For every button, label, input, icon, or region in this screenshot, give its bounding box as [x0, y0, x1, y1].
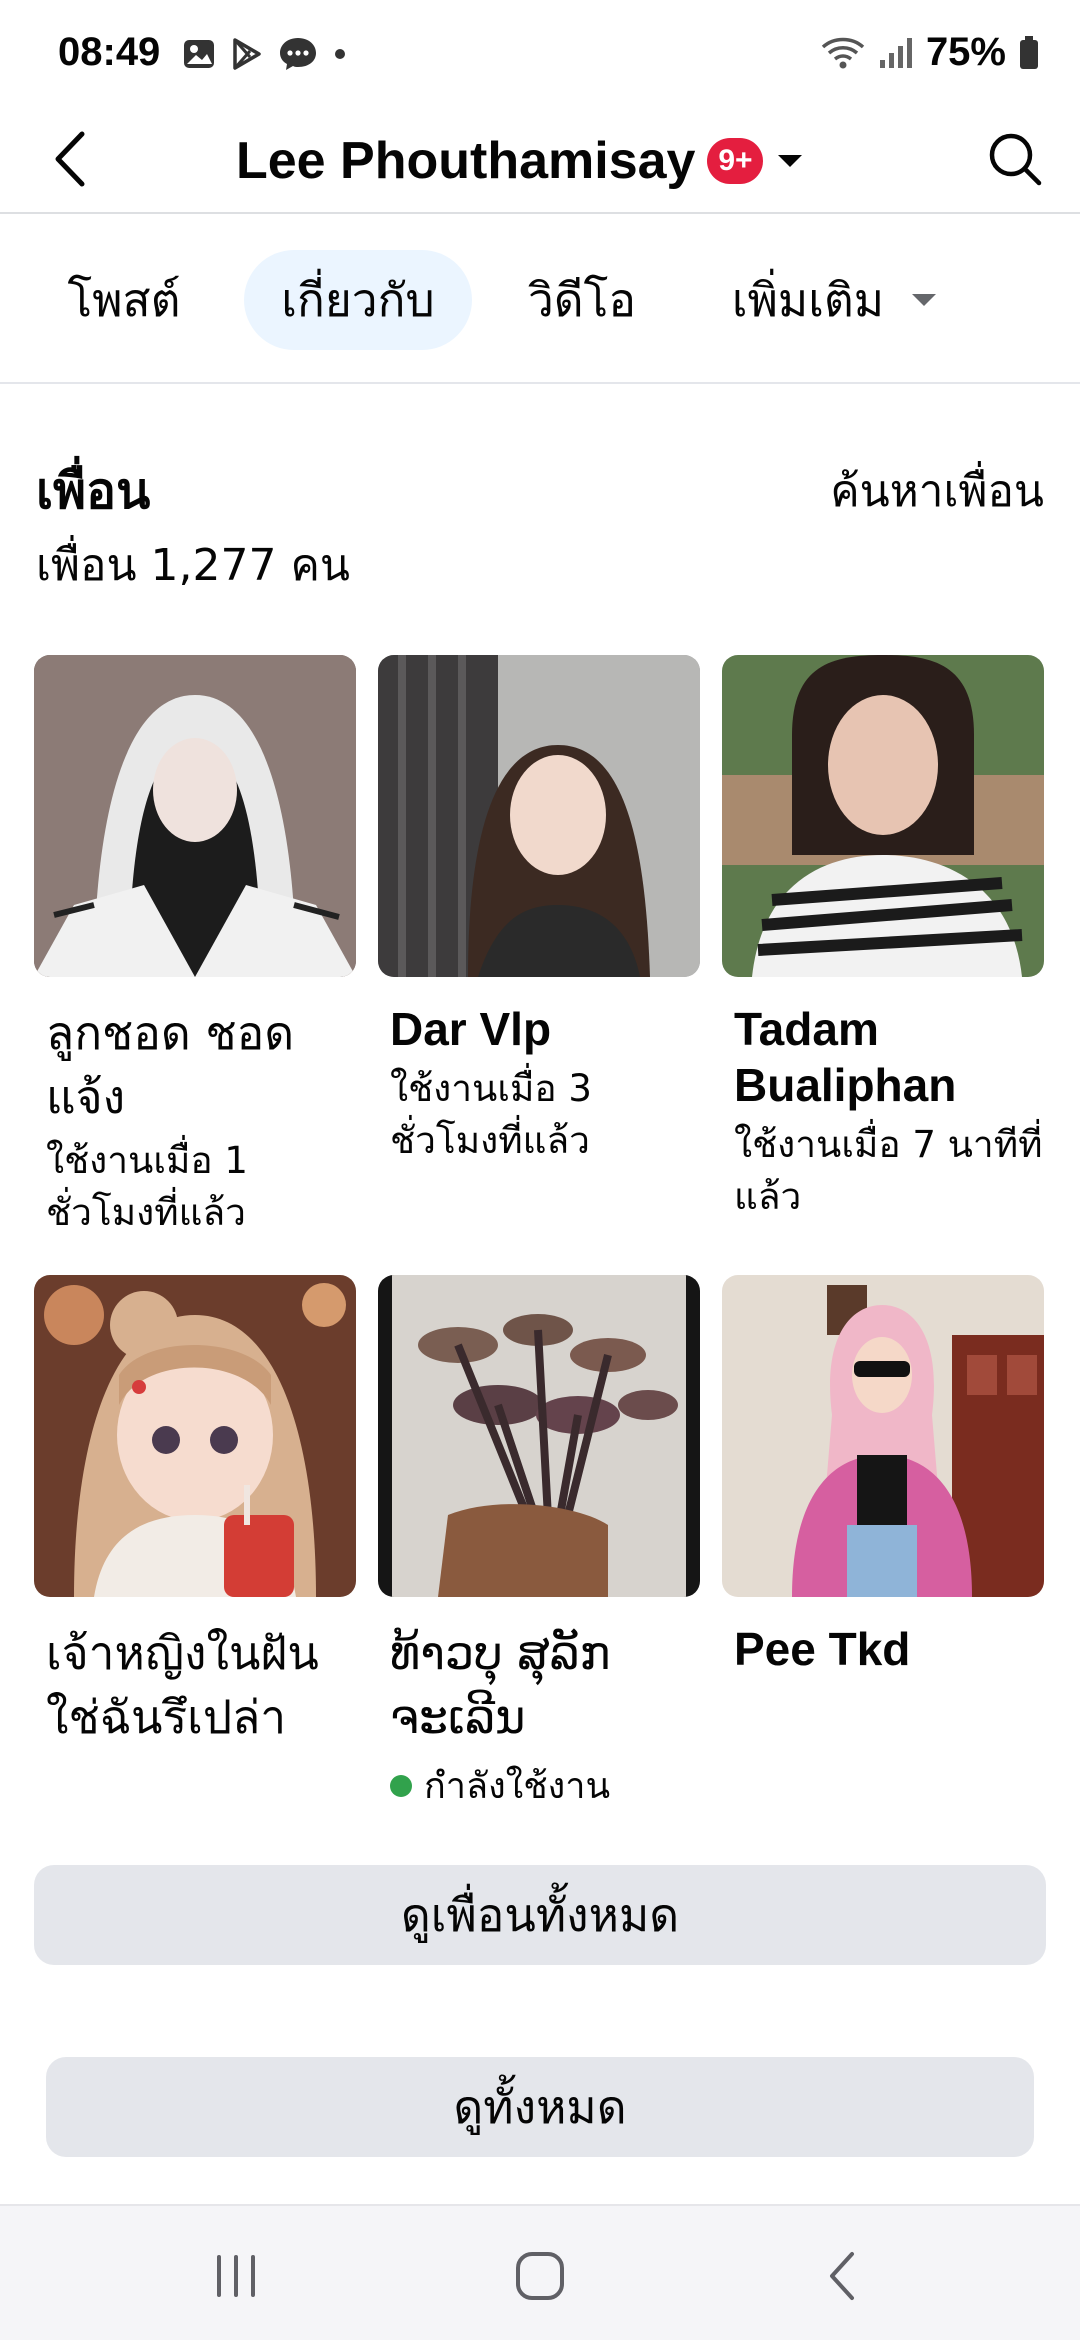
status-time: 08:49 [58, 30, 161, 74]
friend-card[interactable]: Pee Tkd [722, 1275, 1044, 1677]
tab-about[interactable]: เกี่ยวกับ [244, 250, 472, 350]
friend-card[interactable]: ທ້າວບຸ ສຸລັກ ຈະເລີນ กำลังใช้งาน [378, 1275, 700, 1814]
friend-photo[interactable] [722, 655, 1044, 977]
back-button[interactable] [40, 124, 100, 194]
system-nav-bar [0, 2204, 1080, 2340]
friend-card[interactable]: Dar Vlp ใช้งานเมื่อ 3 ชั่วโมงที่แล้ว [378, 655, 700, 1167]
search-icon [989, 133, 1042, 186]
friend-name[interactable]: เจ้าหญิงในฝัน ใช่ฉันรึเปล่า [34, 1621, 356, 1749]
tab-label: โพสต์ [67, 272, 181, 327]
signal-icon [879, 37, 912, 68]
profile-tabs: โพสต์ เกี่ยวกับ วิดีโอ เพิ่มเติม [0, 216, 1080, 384]
friend-name[interactable]: ลูกชอด ชอด แจ้ง [34, 1001, 356, 1129]
friend-status: ใช้งานเมื่อ 1 ชั่วโมงที่แล้ว [46, 1139, 248, 1234]
friend-photo-image [378, 655, 700, 977]
recent-apps-icon [217, 2255, 255, 2297]
friend-card[interactable]: เจ้าหญิงในฝัน ใช่ฉันรึเปล่า [34, 1275, 356, 1749]
tab-videos[interactable]: วิดีโอ [512, 250, 652, 350]
recent-apps-button[interactable] [196, 2236, 276, 2316]
tab-label: เพิ่มเติม [731, 272, 885, 327]
friend-name[interactable]: Tadam Bualiphan [722, 1001, 1044, 1113]
online-dot-icon [390, 1774, 412, 1797]
system-icons: 75% [820, 30, 1040, 75]
friend-photo-image [378, 1275, 700, 1597]
tab-label: เกี่ยวกับ [281, 272, 435, 327]
gallery-icon [184, 40, 214, 68]
find-friends-link[interactable]: ค้นหาเพื่อน [830, 456, 1044, 526]
search-button[interactable] [980, 124, 1050, 194]
caret-down-icon [912, 294, 937, 306]
chevron-left-icon [55, 131, 85, 187]
friend-photo[interactable] [378, 655, 700, 977]
profile-header: Lee Phouthamisay 9+ [0, 110, 1080, 214]
tab-label: วิดีโอ [527, 272, 637, 327]
friends-count: เพื่อน 1,277 คน [36, 540, 350, 591]
dot-icon [335, 49, 345, 59]
battery-icon [1020, 35, 1038, 69]
online-status: กำลังใช้งาน [378, 1757, 700, 1814]
friend-photo-image [34, 655, 356, 977]
friend-photo[interactable] [722, 1275, 1044, 1597]
notification-badge: 9+ [707, 138, 764, 184]
friend-card[interactable]: ลูกชอด ชอด แจ้ง ใช้งานเมื่อ 1 ชั่วโมงที่… [34, 655, 356, 1239]
friend-photo-image [722, 1275, 1044, 1597]
friend-name[interactable]: Pee Tkd [722, 1621, 1044, 1677]
home-icon [516, 2252, 564, 2300]
play-store-icon [233, 38, 261, 70]
friend-status: ใช้งานเมื่อ 3 ชั่วโมงที่แล้ว [390, 1067, 592, 1162]
see-all-friends-button[interactable]: ดูเพื่อนทั้งหมด [34, 1865, 1046, 1965]
friend-status: ใช้งานเมื่อ 7 นาทีที่แล้ว [734, 1123, 1043, 1218]
friend-photo[interactable] [34, 1275, 356, 1597]
back-icon [830, 2252, 854, 2300]
friends-heading: เพื่อน [36, 462, 151, 520]
friend-photo-image [34, 1275, 356, 1597]
friend-name[interactable]: Dar Vlp [378, 1001, 700, 1057]
notification-icons [182, 36, 348, 72]
status-bar: 08:49 75% [0, 0, 1080, 110]
page-title: Lee Phouthamisay [236, 132, 696, 190]
nav-back-button[interactable] [802, 2236, 882, 2316]
battery-percent: 75% [925, 30, 1006, 74]
profile-switcher[interactable]: Lee Phouthamisay 9+ [236, 128, 805, 194]
tab-more[interactable]: เพิ่มเติม [720, 250, 950, 350]
friend-card[interactable]: Tadam Bualiphan ใช้งานเมื่อ 7 นาทีที่แล้… [722, 655, 1044, 1223]
friend-name[interactable]: ທ້າວບຸ ສຸລັກ ຈະເລີນ [378, 1621, 700, 1749]
friend-photo[interactable] [34, 655, 356, 977]
home-button[interactable] [500, 2236, 580, 2316]
caret-down-icon [778, 155, 803, 167]
wifi-icon [821, 37, 865, 68]
tab-posts[interactable]: โพสต์ [44, 250, 204, 350]
friend-status: กำลังใช้งาน [424, 1766, 611, 1807]
friend-photo-image [722, 655, 1044, 977]
friend-photo[interactable] [378, 1275, 700, 1597]
messenger-icon [280, 38, 316, 70]
see-all-button[interactable]: ดูทั้งหมด [46, 2057, 1034, 2157]
